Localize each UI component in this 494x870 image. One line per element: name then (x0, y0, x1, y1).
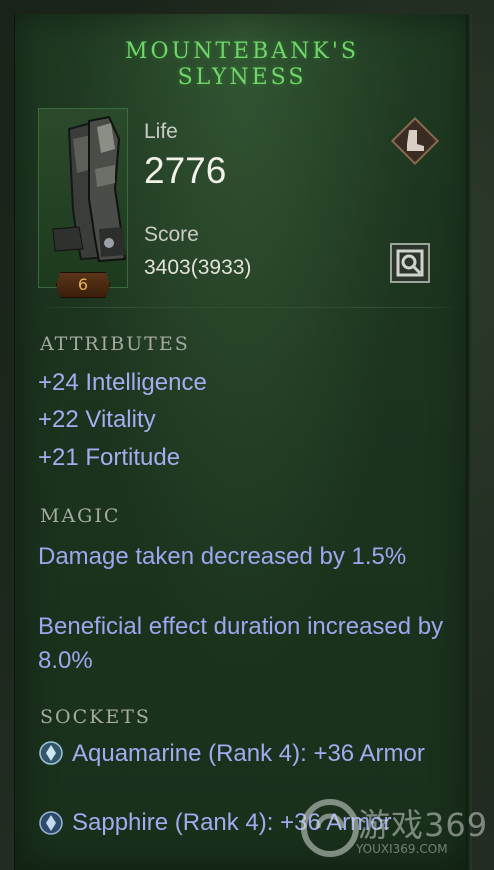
aquamarine-gem-icon (38, 740, 64, 766)
item-name-line1: MOUNTEBANK'S (125, 39, 359, 64)
attributes-header: ATTRIBUTES (40, 333, 190, 355)
sockets-header: SOCKETS (40, 706, 151, 728)
magic-affix-damage-taken: Damage taken decreased by 1.5% (38, 543, 407, 570)
compare-button[interactable] (390, 243, 430, 283)
item-rank-badge: 6 (56, 272, 110, 298)
item-name-line2: SLYNESS (177, 65, 307, 90)
score-value: 3403(3933) (144, 256, 252, 279)
attribute-fortitude: +21 Fortitude (38, 444, 181, 471)
attribute-intelligence: +24 Intelligence (38, 369, 207, 396)
attribute-vitality: +22 Vitality (38, 406, 156, 433)
panel-edge (466, 14, 472, 870)
boots-slot-icon (388, 114, 442, 168)
magic-affix-beneficial-duration: Beneficial effect duration increased by … (38, 613, 444, 674)
sapphire-gem-icon (38, 810, 64, 836)
divider (40, 307, 460, 308)
item-portrait (38, 108, 128, 288)
compare-icon (396, 249, 424, 277)
magic-header: MAGIC (40, 505, 121, 527)
watermark-brand: 游戏369 (358, 806, 489, 844)
socket-aquamarine: Aquamarine (Rank 4): +36 Armor (72, 740, 425, 767)
life-label: Life (144, 120, 178, 143)
boots-icon (52, 115, 127, 263)
life-value: 2776 (144, 150, 227, 191)
score-label: Score (144, 223, 199, 246)
watermark-url: YOUXI369.COM (356, 842, 448, 856)
